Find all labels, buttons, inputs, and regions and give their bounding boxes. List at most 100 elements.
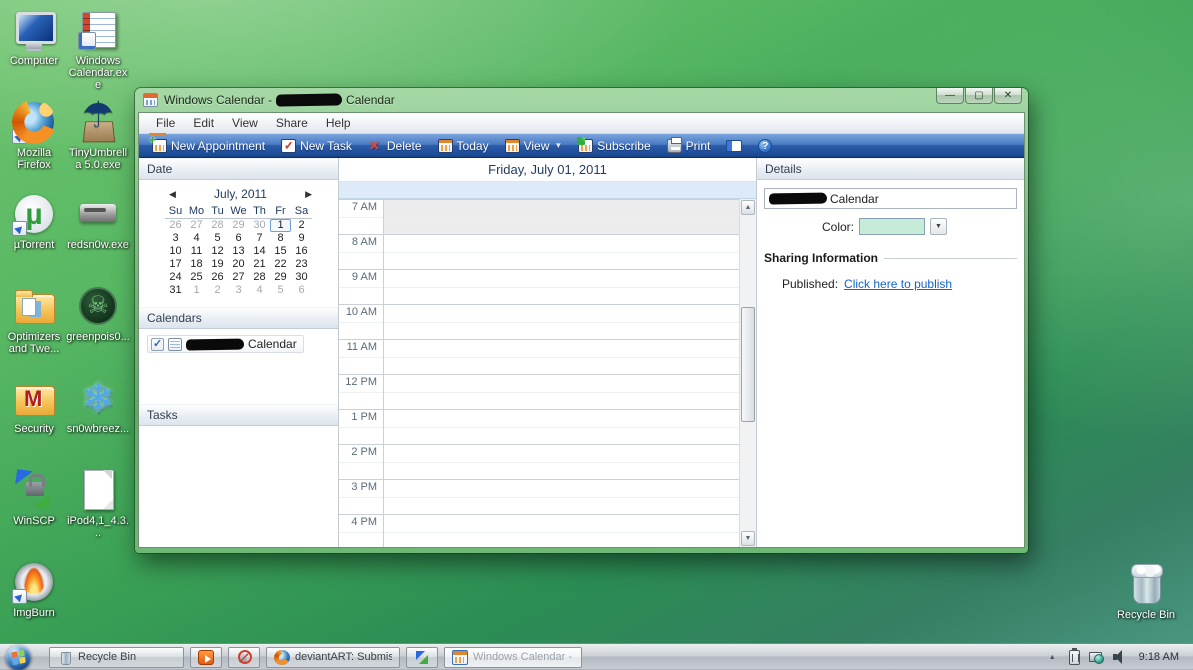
vertical-scrollbar[interactable]: ▲ ▼ [739, 199, 756, 547]
desktop-icon-ipod-firmware[interactable]: iPod4,1_4.3... [66, 464, 130, 556]
delete-button[interactable]: Delete [361, 137, 429, 155]
mini-calendar-day[interactable]: 11 [186, 245, 207, 258]
new-task-button[interactable]: New Task [274, 137, 359, 155]
taskbar-button-recycle-bin[interactable]: Recycle Bin [49, 647, 184, 668]
mini-calendar-day[interactable]: 27 [228, 271, 249, 284]
taskbar-button-media-player[interactable] [190, 647, 222, 668]
taskbar-button-windows-calendar[interactable]: Windows Calendar - ... [444, 647, 582, 668]
mini-calendar-day[interactable]: 24 [165, 271, 186, 284]
mini-calendar-day[interactable]: 29 [228, 219, 249, 232]
desktop-icon-optimizers-folder[interactable]: Optimizers and Twe... [2, 280, 66, 372]
taskbar-button-winscp[interactable] [406, 647, 438, 668]
details-card-button[interactable] [719, 137, 749, 154]
desktop-icon-sn0wbreeze[interactable]: sn0wbreez... [66, 372, 130, 464]
menu-item-file[interactable]: File [147, 114, 184, 132]
desktop-icon-utorrent[interactable]: µTorrent [2, 188, 66, 280]
titlebar[interactable]: Windows Calendar - Calendar — ▢ ✕ [135, 88, 1028, 112]
start-button[interactable] [6, 645, 31, 670]
desktop-icon-redsn0w[interactable]: redsn0w.exe [66, 188, 130, 280]
calendar-checkbox[interactable] [151, 338, 164, 351]
battery-icon[interactable] [1069, 650, 1080, 665]
taskbar-button-deviantart[interactable]: deviantART: Submiss... [266, 647, 400, 668]
prev-month-arrow-icon[interactable]: ◀ [169, 189, 176, 200]
mini-calendar-day[interactable]: 3 [228, 284, 249, 297]
mini-calendar-day[interactable]: 31 [165, 284, 186, 297]
mini-calendar-day[interactable]: 12 [207, 245, 228, 258]
minimize-button[interactable]: — [936, 88, 964, 104]
mini-calendar-day[interactable]: 13 [228, 245, 249, 258]
mini-calendar-day[interactable]: 8 [270, 232, 291, 245]
time-slot[interactable] [384, 235, 739, 269]
subscribe-button[interactable]: Subscribe [571, 137, 657, 155]
mini-calendar-day[interactable]: 28 [207, 219, 228, 232]
new-appointment-button[interactable]: New Appointment [145, 137, 272, 155]
help-button[interactable]: ? [751, 137, 779, 155]
time-slot[interactable] [384, 340, 739, 374]
time-slot[interactable] [384, 305, 739, 339]
mini-calendar-day[interactable]: 14 [249, 245, 270, 258]
mini-calendar-day[interactable]: 29 [270, 271, 291, 284]
color-dropdown-arrow-icon[interactable]: ▼ [930, 218, 947, 235]
mini-calendar-day[interactable]: 28 [249, 271, 270, 284]
mini-calendar-day[interactable]: 4 [186, 232, 207, 245]
scrollbar-thumb[interactable] [741, 307, 755, 422]
scroll-down-arrow-icon[interactable]: ▼ [741, 531, 755, 546]
close-button[interactable]: ✕ [994, 88, 1022, 104]
mini-calendar-day[interactable]: 23 [291, 258, 312, 271]
all-day-events-band[interactable] [339, 182, 756, 199]
mini-calendar-day[interactable]: 26 [165, 219, 186, 232]
network-icon[interactable] [1089, 651, 1104, 664]
mini-calendar-day[interactable]: 19 [207, 258, 228, 271]
mini-calendar-day[interactable]: 9 [291, 232, 312, 245]
mini-calendar-day[interactable]: 26 [207, 271, 228, 284]
speaker-icon[interactable] [1113, 650, 1128, 664]
menu-item-view[interactable]: View [223, 114, 267, 132]
menu-item-edit[interactable]: Edit [184, 114, 223, 132]
time-slot[interactable] [384, 270, 739, 304]
time-slot[interactable] [384, 480, 739, 514]
desktop-icon-greenpois0n[interactable]: greenpois0... [66, 280, 130, 372]
desktop-icon-computer[interactable]: Computer [2, 4, 66, 96]
time-slot[interactable] [384, 445, 739, 479]
mini-calendar-day[interactable]: 30 [249, 219, 270, 232]
show-hidden-icons-chevron[interactable]: ▲ [1045, 651, 1060, 664]
mini-calendar-day[interactable]: 1 [186, 284, 207, 297]
view-dropdown-arrow-icon[interactable]: ▼ [554, 141, 562, 150]
view-button[interactable]: View▼ [498, 137, 570, 155]
maximize-button[interactable]: ▢ [965, 88, 993, 104]
time-slot[interactable] [384, 200, 739, 234]
calendar-name-input[interactable]: Calendar [764, 188, 1017, 209]
desktop-icon-security-folder[interactable]: Security [2, 372, 66, 464]
today-button[interactable]: Today [431, 137, 496, 155]
mini-calendar-day[interactable]: 3 [165, 232, 186, 245]
mini-calendar-selected-day[interactable]: 1 [270, 219, 291, 232]
mini-calendar-day[interactable]: 18 [186, 258, 207, 271]
desktop-icon-imgburn[interactable]: ImgBurn [2, 556, 66, 648]
mini-calendar-day[interactable]: 22 [270, 258, 291, 271]
publish-link[interactable]: Click here to publish [844, 277, 952, 291]
menu-item-help[interactable]: Help [317, 114, 360, 132]
mini-calendar-day[interactable]: 17 [165, 258, 186, 271]
menu-item-share[interactable]: Share [267, 114, 317, 132]
mini-calendar-day[interactable]: 5 [270, 284, 291, 297]
desktop-icon-mozilla-firefox[interactable]: Mozilla Firefox [2, 96, 66, 188]
scroll-up-arrow-icon[interactable]: ▲ [741, 200, 755, 215]
tasks-list[interactable] [139, 426, 338, 547]
print-button[interactable]: Print [660, 137, 718, 155]
mini-calendar-day[interactable]: 16 [291, 245, 312, 258]
mini-calendar-day[interactable]: 30 [291, 271, 312, 284]
clock[interactable]: 9:18 AM [1137, 651, 1179, 663]
time-slot[interactable] [384, 375, 739, 409]
mini-calendar-day[interactable]: 7 [249, 232, 270, 245]
mini-calendar-day[interactable]: 6 [228, 232, 249, 245]
color-swatch[interactable] [859, 218, 925, 235]
time-slot[interactable] [384, 515, 739, 547]
desktop-icon-windows-calendar-exe[interactable]: Windows Calendar.exe [66, 4, 130, 96]
mini-calendar-day[interactable]: 10 [165, 245, 186, 258]
mini-calendar-day[interactable]: 2 [291, 219, 312, 232]
mini-calendar-day[interactable]: 20 [228, 258, 249, 271]
calendar-list-item[interactable]: Calendar [147, 335, 304, 353]
mini-calendar-day[interactable]: 6 [291, 284, 312, 297]
mini-calendar-day[interactable]: 15 [270, 245, 291, 258]
time-slot[interactable] [384, 410, 739, 444]
